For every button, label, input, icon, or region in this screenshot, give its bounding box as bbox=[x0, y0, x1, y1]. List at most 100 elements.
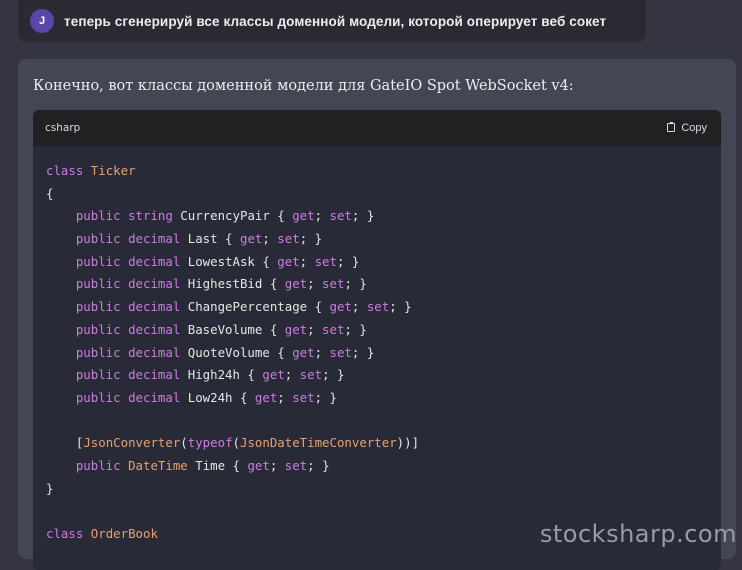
code-block-header: csharp Copy bbox=[33, 110, 721, 146]
code-token: LowestAsk { bbox=[180, 253, 278, 269]
code-token: ; } bbox=[351, 208, 375, 224]
code-token: High24h { bbox=[180, 367, 263, 383]
code-token: set bbox=[322, 276, 345, 292]
assistant-message: Конечно, вот классы доменной модели для … bbox=[18, 59, 736, 570]
code-token: Ticker bbox=[90, 163, 136, 178]
code-token: set bbox=[292, 389, 315, 405]
code-token: string bbox=[128, 208, 173, 224]
code-token: ; bbox=[262, 231, 278, 247]
code-token: ; } bbox=[351, 344, 375, 360]
code-token: public bbox=[75, 321, 121, 337]
code-token: HighestBid { bbox=[180, 276, 285, 292]
code-line: public string CurrencyPair { get; set; } bbox=[46, 205, 721, 228]
code-token: public bbox=[75, 276, 121, 292]
code-token: set bbox=[366, 299, 390, 315]
code-token: set bbox=[329, 344, 352, 360]
watermark: stocksharp.com bbox=[539, 520, 737, 548]
code-token: ; bbox=[314, 344, 330, 360]
code-token: ; } bbox=[344, 276, 367, 292]
code-token: ; bbox=[314, 208, 330, 224]
assistant-intro-text: Конечно, вот классы доменной модели для … bbox=[33, 78, 574, 94]
code-token: get bbox=[239, 231, 263, 247]
code-line: } bbox=[46, 478, 721, 501]
code-token: decimal bbox=[128, 321, 181, 337]
user-message-text: теперь сгенерируй все классы доменной мо… bbox=[64, 13, 607, 29]
code-token: BaseVolume { bbox=[180, 321, 285, 337]
code-block: csharp Copy class Ticker { public string … bbox=[33, 110, 721, 570]
code-token: ; } bbox=[314, 389, 337, 405]
code-line: [JsonConverter(typeof(JsonDateTimeConver… bbox=[46, 432, 721, 455]
code-token: ; } bbox=[389, 299, 412, 315]
code-token: public bbox=[75, 367, 121, 383]
code-token: public bbox=[75, 208, 121, 224]
code-token: get bbox=[292, 344, 315, 360]
code-token: get bbox=[277, 253, 300, 269]
code-token: set bbox=[299, 367, 323, 383]
code-token: set bbox=[322, 321, 345, 337]
code-token: set bbox=[314, 253, 337, 269]
code-token: ChangePercentage { bbox=[180, 299, 330, 315]
code-token: ))] bbox=[396, 435, 420, 451]
code-token: } bbox=[46, 480, 54, 496]
user-avatar: J bbox=[30, 9, 54, 33]
code-token: get bbox=[329, 299, 352, 315]
code-token: decimal bbox=[128, 299, 181, 315]
code-token: get bbox=[292, 208, 315, 224]
code-token: public bbox=[75, 457, 121, 473]
code-token: public bbox=[75, 344, 121, 360]
code-token: class bbox=[46, 163, 84, 178]
code-line: public decimal Last { get; set; } bbox=[46, 228, 721, 251]
code-token: ; } bbox=[299, 231, 323, 247]
code-token: DateTime bbox=[128, 457, 188, 473]
code-line: public decimal HighestBid { get; set; } bbox=[46, 273, 721, 296]
code-token: ; bbox=[307, 276, 323, 292]
code-token: QuoteVolume { bbox=[180, 344, 293, 360]
code-token: ; } bbox=[307, 457, 330, 473]
code-token: ; } bbox=[344, 321, 367, 337]
code-line: public decimal Low24h { get; set; } bbox=[46, 387, 721, 410]
code-token: ; bbox=[277, 389, 293, 405]
code-token: get bbox=[262, 367, 285, 383]
code-language-label: csharp bbox=[45, 122, 81, 134]
code-line: public decimal High24h { get; set; } bbox=[46, 364, 721, 387]
code-line: class Ticker bbox=[46, 160, 721, 183]
code-token: ; bbox=[307, 321, 323, 337]
code-token: public bbox=[75, 231, 121, 247]
code-token: Time { bbox=[187, 457, 248, 473]
code-token: public bbox=[75, 389, 121, 405]
code-content[interactable]: class Ticker { public string CurrencyPair… bbox=[33, 146, 721, 570]
copy-code-button[interactable]: Copy bbox=[667, 121, 707, 134]
code-token: set bbox=[329, 208, 352, 224]
code-line: public decimal ChangePercentage { get; s… bbox=[46, 296, 721, 319]
code-token: Low24h { bbox=[180, 389, 255, 405]
code-token: public bbox=[75, 299, 121, 315]
code-token: OrderBook bbox=[90, 526, 158, 541]
code-token: class bbox=[46, 526, 84, 541]
code-line: public decimal BaseVolume { get; set; } bbox=[46, 319, 721, 342]
code-token: get bbox=[254, 389, 278, 405]
clipboard-icon bbox=[667, 121, 676, 133]
code-token: ; bbox=[284, 367, 300, 383]
code-token: decimal bbox=[128, 253, 181, 269]
code-token: ; bbox=[269, 457, 285, 473]
code-token: ; } bbox=[322, 367, 345, 383]
code-line: { bbox=[46, 183, 721, 206]
code-token: public bbox=[75, 253, 121, 269]
